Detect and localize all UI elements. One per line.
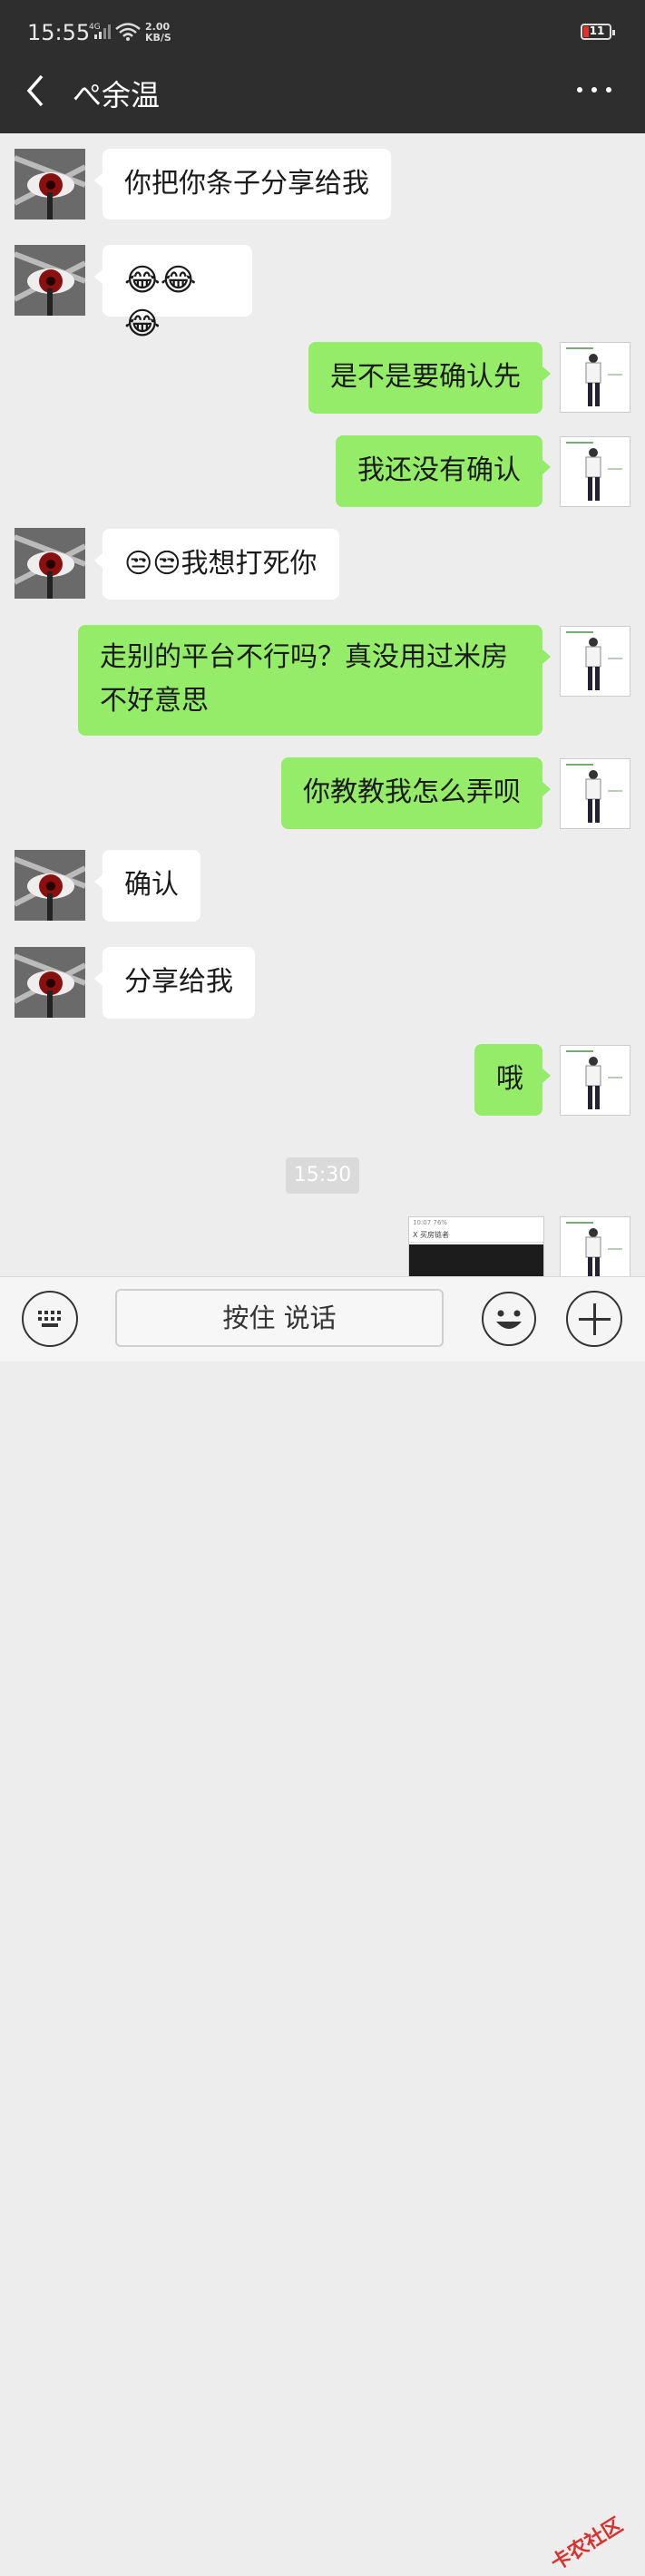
outgoing-message[interactable]: 走别的平台不行吗？真没用过米房 不好意思 — [78, 625, 551, 736]
keyboard-toggle-button[interactable] — [22, 1291, 78, 1347]
contact-avatar[interactable] — [15, 245, 85, 316]
incoming-message[interactable]: 分享给我 — [94, 947, 255, 1019]
title-bar: 15:55 4G 2.00 KB/S 11 ぺ余温 — [0, 0, 645, 133]
my-avatar[interactable] — [560, 1216, 630, 1276]
more-options-icon[interactable] — [572, 82, 617, 100]
image-message[interactable]: 10:07 76% X 买房链者 — [408, 1216, 544, 1276]
image-title-line: X 买房链者 — [409, 1228, 543, 1243]
outgoing-message[interactable]: 你教教我怎么弄呗 — [281, 757, 551, 829]
contact-avatar[interactable] — [15, 528, 85, 599]
signal-icon — [94, 24, 111, 39]
add-attachment-button[interactable] — [566, 1291, 622, 1347]
message-line: 走别的平台不行吗？真没用过米房 — [100, 641, 508, 673]
wifi-icon — [115, 23, 141, 41]
outgoing-message[interactable]: 是不是要确认先 — [308, 342, 551, 414]
incoming-message[interactable]: 你把你条子分享给我 — [94, 149, 391, 220]
contact-avatar[interactable] — [15, 149, 85, 220]
message-list[interactable]: 你把你条子分享给我 😂😂😂 是不是要确认先 我还没有确认 😒😒我想打死你 走别的… — [0, 133, 645, 1276]
outgoing-message[interactable]: 我还没有确认 — [336, 435, 551, 507]
message-line: 不好意思 — [100, 685, 209, 717]
outgoing-message[interactable]: 哦 — [474, 1044, 551, 1116]
incoming-message[interactable]: 确认 — [94, 850, 200, 922]
input-bar: 按住 说话 卡农社区 — [0, 1276, 645, 2575]
status-time: 15:55 — [27, 20, 91, 45]
incoming-message[interactable]: 😂😂😂 — [94, 245, 252, 342]
keyboard-icon — [38, 1311, 61, 1327]
contact-avatar[interactable] — [15, 850, 85, 921]
timestamp: 15:30 — [286, 1157, 359, 1194]
incoming-message[interactable]: 😒😒我想打死你 — [94, 529, 339, 600]
my-avatar[interactable] — [560, 758, 630, 829]
my-avatar[interactable] — [560, 342, 630, 413]
my-avatar[interactable] — [560, 626, 630, 697]
chat-title: ぺ余温 — [73, 78, 161, 112]
contact-avatar[interactable] — [15, 947, 85, 1018]
emoji-icon[interactable] — [481, 1291, 537, 1347]
my-avatar[interactable] — [560, 436, 630, 507]
watermark-text: 卡农社区 — [547, 2513, 628, 2576]
network-speed: 2.00 KB/S — [145, 21, 171, 44]
battery-icon: 11 — [581, 24, 615, 40]
hold-to-talk-button[interactable]: 按住 说话 — [115, 1289, 444, 1347]
my-avatar[interactable] — [560, 1045, 630, 1116]
battery-level: 11 — [589, 24, 605, 37]
image-status-line: 10:07 76% — [413, 1219, 447, 1226]
back-arrow-icon[interactable] — [20, 73, 56, 109]
